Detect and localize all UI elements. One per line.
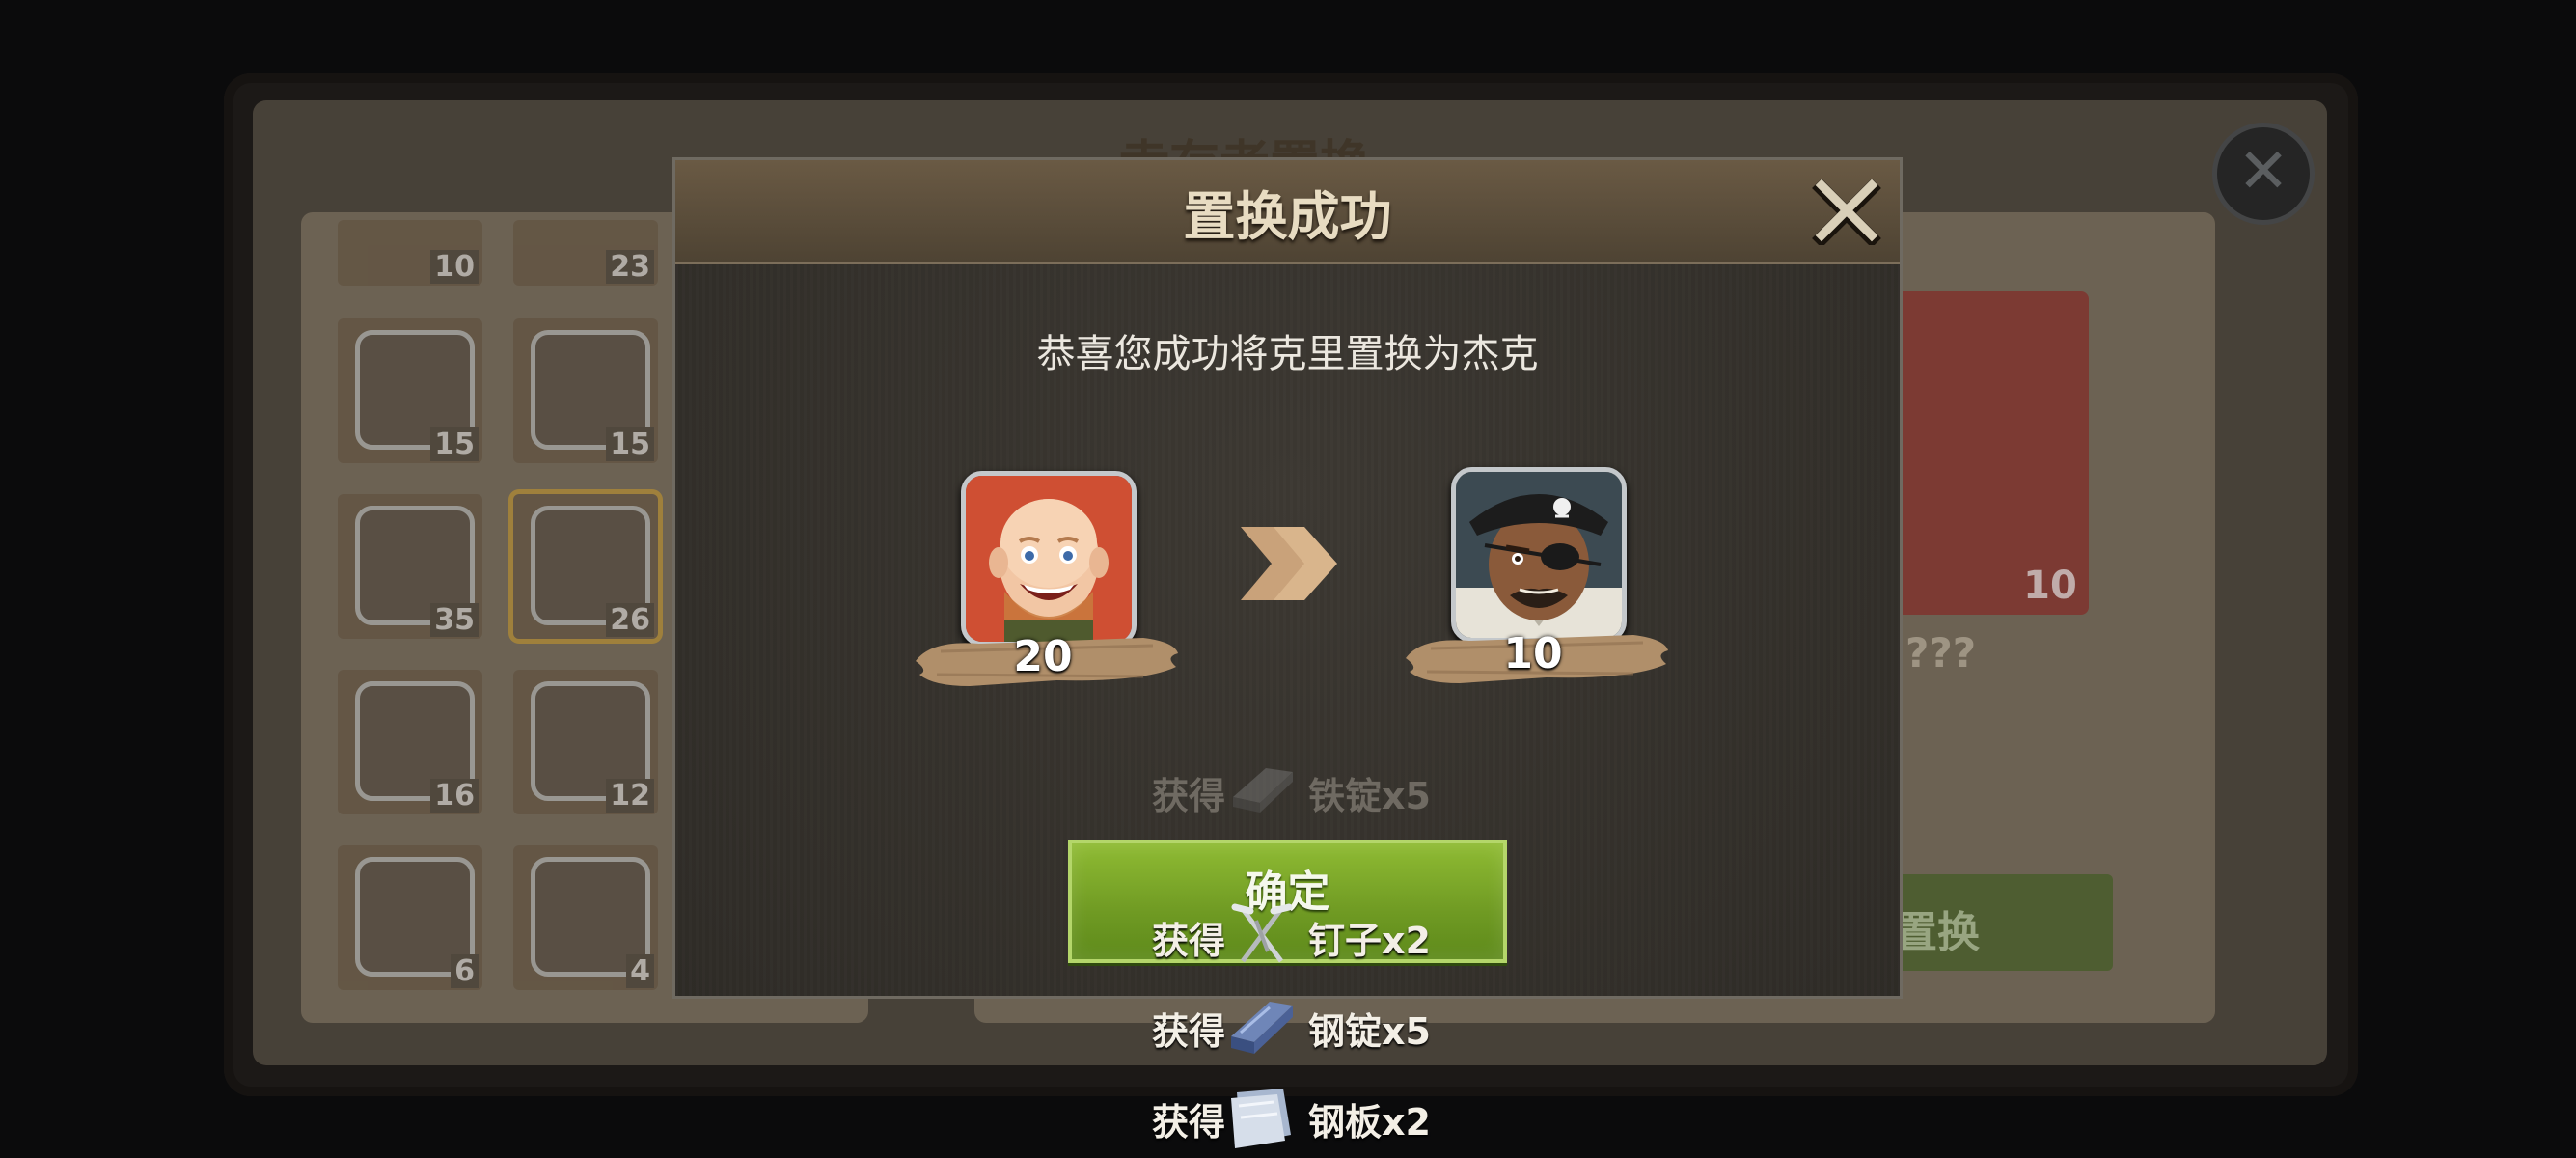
double-arrow-icon [1241, 527, 1337, 600]
jack-pirate-portrait-icon [1451, 467, 1627, 643]
nails-icon [1231, 903, 1293, 963]
close-icon[interactable] [1812, 176, 1881, 248]
survivor-level: 26 [606, 603, 654, 637]
survivor-level: 10 [430, 250, 479, 284]
dialog-title: 置换成功 [1183, 186, 1392, 247]
survivor-thumb[interactable]: 15 [513, 318, 658, 463]
reward-row: 获得 钢锭x5 [1152, 994, 1480, 1062]
survivor-thumb[interactable]: 12 [513, 670, 658, 814]
target-name: ??? [1905, 629, 1977, 676]
dialog-message: 恭喜您成功将克里置换为杰克 [1036, 332, 1539, 376]
survivor-thumb[interactable]: 16 [338, 670, 482, 814]
survivor-thumb[interactable]: 4 [513, 845, 658, 990]
reward-prefix: 获得 [1152, 1010, 1226, 1053]
target-level: 10 [2023, 564, 2077, 608]
reward-prefix: 获得 [1152, 920, 1226, 962]
survivor-level: 15 [430, 427, 479, 461]
survivor-level: 15 [606, 427, 654, 461]
survivor-thumb[interactable]: 6 [338, 845, 482, 990]
survivor-level: 6 [451, 954, 479, 988]
reward-item: 钢锭x5 [1308, 1010, 1431, 1053]
from-hero-level: 20 [1013, 632, 1073, 681]
swap-button-label: 置换 [1895, 908, 1980, 957]
iron-ingot-icon [1233, 768, 1293, 813]
reward-item: 钢板x2 [1308, 1101, 1431, 1144]
survivor-thumb-selected[interactable]: 26 [513, 494, 658, 639]
survivor-level: 35 [430, 603, 479, 637]
reward-item: 钉子x2 [1308, 920, 1431, 962]
survivor-level: 23 [606, 250, 654, 284]
survivor-thumb[interactable]: 23 [513, 220, 658, 286]
survivor-level: 16 [430, 779, 479, 813]
reward-row: 获得 钉子x2 [1152, 903, 1480, 971]
steel-ingot-icon [1231, 1002, 1293, 1054]
reward-prefix: 获得 [1152, 1101, 1226, 1144]
to-hero-card [1451, 467, 1627, 643]
to-hero-level: 10 [1503, 629, 1563, 678]
survivor-thumb[interactable]: 35 [338, 494, 482, 639]
from-hero-card [961, 471, 1137, 647]
reward-prefix: 获得 [1152, 775, 1226, 817]
survivor-level: 4 [626, 954, 654, 988]
survivor-thumb[interactable]: 10 [338, 220, 482, 286]
survivor-level: 12 [606, 779, 654, 813]
background-close-icon[interactable]: ✕ [2212, 123, 2315, 225]
kerry-portrait-icon [961, 471, 1137, 647]
reward-item: 铁锭x5 [1308, 775, 1431, 817]
reward-row: 获得 铁锭x5 [1152, 758, 1480, 826]
reward-row: 获得 钢板x2 [1152, 1085, 1480, 1152]
survivor-thumb[interactable]: 15 [338, 318, 482, 463]
steel-plate-icon [1231, 1089, 1291, 1148]
